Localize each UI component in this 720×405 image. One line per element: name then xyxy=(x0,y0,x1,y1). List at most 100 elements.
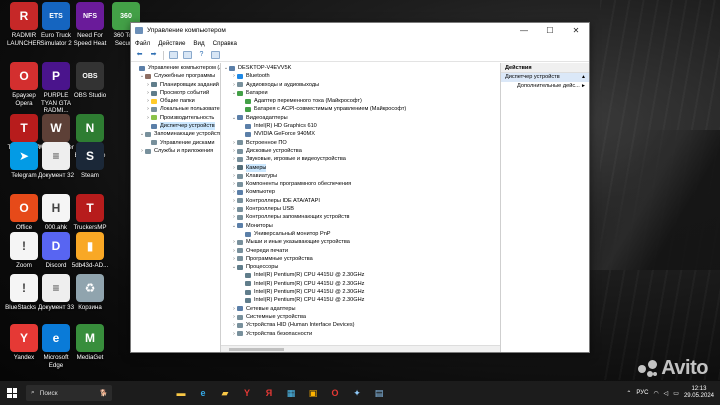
horizontal-scrollbar[interactable] xyxy=(221,345,500,352)
device-tree-item[interactable]: › Контроллеры запоминающих устройств xyxy=(221,213,500,221)
menu-view[interactable]: Вид xyxy=(193,40,204,47)
nav-tree-item[interactable]: › Планировщик заданий xyxy=(131,81,220,89)
actions-section-device-manager[interactable]: Диспетчер устройств ▲ xyxy=(501,73,589,82)
clock[interactable]: 12:13 29.05.2024 xyxy=(684,386,714,401)
game-icon[interactable]: ▣ xyxy=(302,381,324,405)
view-icon[interactable] xyxy=(211,51,220,59)
help-icon[interactable]: ? xyxy=(197,51,206,59)
device-tree-item[interactable]: › Дисковые устройства xyxy=(221,147,500,155)
yandex-icon[interactable]: Я xyxy=(258,381,280,405)
device-tree-item[interactable]: ⌄ Видеоадаптеры xyxy=(221,114,500,122)
scrollbar-thumb[interactable] xyxy=(229,348,284,351)
menu-file[interactable]: Файл xyxy=(135,40,150,47)
device-tree-item[interactable]: Универсальный монитор PnP xyxy=(221,230,500,238)
device-tree-item[interactable]: › Мыши и иные указывающие устройства xyxy=(221,238,500,246)
nav-tree-node-icon xyxy=(139,65,145,71)
avito-logo-icon xyxy=(638,359,658,379)
device-tree[interactable]: ⌄ DESKTOP-V4EVV5K › Bluetooth › Аудиовходы и … xyxy=(221,64,500,338)
desktop-icon[interactable]: M MediaGet xyxy=(70,324,110,362)
maximize-button[interactable]: ☐ xyxy=(537,26,563,35)
nav-tree-item[interactable]: Управление дисками xyxy=(131,139,220,147)
nav-tree-item[interactable]: › Общие папки xyxy=(131,97,220,105)
device-tree-item[interactable]: › Программные устройства xyxy=(221,255,500,263)
desktop-icon[interactable]: S Steam xyxy=(70,142,110,180)
more-actions-item[interactable]: Дополнительные дейс... ► xyxy=(501,82,589,91)
minimize-button[interactable]: — xyxy=(511,26,537,35)
device-tree-item[interactable]: Intel(R) Pentium(R) CPU 4415U @ 2.30GHz xyxy=(221,296,500,304)
taskbar-search[interactable]: ⌕ Поиск 🐕 xyxy=(26,385,112,401)
device-tree-node-icon xyxy=(237,173,243,179)
device-tree-item[interactable]: › Встроенное ПО xyxy=(221,139,500,147)
device-tree-item[interactable]: › Компоненты программного обеспечения xyxy=(221,180,500,188)
nav-tree-item[interactable]: ⌄ Служебные программы xyxy=(131,72,220,80)
nav-tree-item[interactable]: › Производительность xyxy=(131,114,220,122)
tray-chevron-icon[interactable]: ⌃ xyxy=(626,390,631,397)
navigation-tree[interactable]: Управление компьютером (лс ⌄ Служебные про… xyxy=(131,63,221,352)
start-button[interactable] xyxy=(0,381,24,405)
battery-icon[interactable]: ▭ xyxy=(673,390,679,397)
device-tree-item[interactable]: › Очереди печати xyxy=(221,247,500,255)
device-tree-item[interactable]: › Устройства безопасности xyxy=(221,330,500,338)
wallpaper-shape xyxy=(570,130,720,270)
device-tree-item[interactable]: › Камеры xyxy=(221,163,500,172)
device-tree-item[interactable]: › Устройства HID (Human Interface Devices… xyxy=(221,321,500,329)
file-explorer-icon[interactable]: ▬ xyxy=(170,381,192,405)
desktop-icon[interactable]: T TruckersMP xyxy=(70,194,110,232)
opera-icon[interactable]: O xyxy=(324,381,346,405)
nav-tree-item[interactable]: › Локальные пользовате xyxy=(131,105,220,113)
device-tree-item[interactable]: › Системные устройства xyxy=(221,313,500,321)
wifi-icon[interactable]: ◠ xyxy=(653,390,658,397)
folder-icon[interactable] xyxy=(169,51,178,59)
device-tree-node-icon xyxy=(237,264,243,270)
desktop-icon[interactable]: ♻ Корзина xyxy=(70,274,110,312)
device-tree-item[interactable]: › Аудиовходы и аудиовыходы xyxy=(221,81,500,89)
edge-icon[interactable]: e xyxy=(192,381,214,405)
device-tree-item[interactable]: › Клавиатуры xyxy=(221,172,500,180)
close-button[interactable]: ✕ xyxy=(563,26,589,35)
device-tree-item[interactable]: Батарея с ACPI-совместимым управлением (… xyxy=(221,105,500,113)
folder-icon[interactable]: ▰ xyxy=(214,381,236,405)
nav-tree-item[interactable]: › Службы и приложения xyxy=(131,147,220,155)
device-tree-label: Системные устройства xyxy=(246,313,307,320)
menu-help[interactable]: Справка xyxy=(213,40,237,47)
nav-tree-item[interactable]: ⌄ Запоминающие устройства xyxy=(131,130,220,138)
desktop-icon[interactable]: OBS OBS Studio xyxy=(70,62,110,100)
desktop-icon[interactable]: ▮ 5db43d-AD... xyxy=(70,232,110,270)
avito-text: Avito xyxy=(661,357,708,379)
device-tree-item[interactable]: Intel(R) Pentium(R) CPU 4415U @ 2.30GHz xyxy=(221,271,500,279)
device-tree-item[interactable]: Intel(R) Pentium(R) CPU 4415U @ 2.30GHz xyxy=(221,280,500,288)
nav-tree-item[interactable]: Управление компьютером (лс xyxy=(131,64,220,72)
language-indicator[interactable]: РУС xyxy=(636,390,648,396)
properties-icon[interactable] xyxy=(183,51,192,59)
device-tree-item[interactable]: ⌄ Батареи xyxy=(221,89,500,97)
back-arrow-icon[interactable]: ⬅ xyxy=(135,51,144,59)
window-titlebar[interactable]: Управление компьютером — ☐ ✕ xyxy=(131,23,589,38)
nav-tree-item[interactable]: › Просмотр событий xyxy=(131,89,220,97)
settings-icon[interactable]: ✦ xyxy=(346,381,368,405)
device-tree-item[interactable]: › Контроллеры USB xyxy=(221,205,500,213)
computer-management-window[interactable]: Управление компьютером — ☐ ✕ Файл Действ… xyxy=(130,22,590,353)
desktop-icon[interactable]: NFS Need For Speed Heat xyxy=(70,2,110,47)
computer-management-icon[interactable]: ▤ xyxy=(368,381,390,405)
device-tree-item[interactable]: NVIDIA GeForce 940MX xyxy=(221,130,500,138)
device-tree-item[interactable]: › Компьютер xyxy=(221,188,500,196)
device-tree-item[interactable]: › Сетевые адаптеры xyxy=(221,305,500,313)
device-tree-item[interactable]: Intel(R) Pentium(R) CPU 4415U @ 2.30GHz xyxy=(221,288,500,296)
menu-action[interactable]: Действие xyxy=(158,40,185,47)
device-tree-item[interactable]: Intel(R) HD Graphics 610 xyxy=(221,122,500,130)
device-tree-item[interactable]: › Звуковые, игровые и видеоустройства xyxy=(221,155,500,163)
device-tree-item[interactable]: ⌄ Процессоры xyxy=(221,263,500,271)
nav-tree-node-icon xyxy=(151,123,157,129)
nav-tree-item[interactable]: Диспетчер устройств xyxy=(131,122,220,131)
device-tree-item[interactable]: › Контроллеры IDE ATA/ATAPI xyxy=(221,197,500,205)
device-tree-item[interactable]: Адаптер переменного тока (Майкрософт) xyxy=(221,97,500,105)
device-tree-item[interactable]: ⌄ Мониторы xyxy=(221,222,500,230)
yandex-browser-icon[interactable]: Y xyxy=(236,381,258,405)
device-tree-item[interactable]: ⌄ DESKTOP-V4EVV5K xyxy=(221,64,500,72)
device-manager-pane[interactable]: ⌄ DESKTOP-V4EVV5K › Bluetooth › Аудиовходы и … xyxy=(221,63,501,352)
device-tree-label: Intel(R) Pentium(R) CPU 4415U @ 2.30GHz xyxy=(254,289,365,296)
store-icon[interactable]: ▦ xyxy=(280,381,302,405)
device-tree-item[interactable]: › Bluetooth xyxy=(221,72,500,80)
volume-icon[interactable]: ◁ xyxy=(664,390,669,397)
forward-arrow-icon[interactable]: ➡ xyxy=(149,51,158,59)
